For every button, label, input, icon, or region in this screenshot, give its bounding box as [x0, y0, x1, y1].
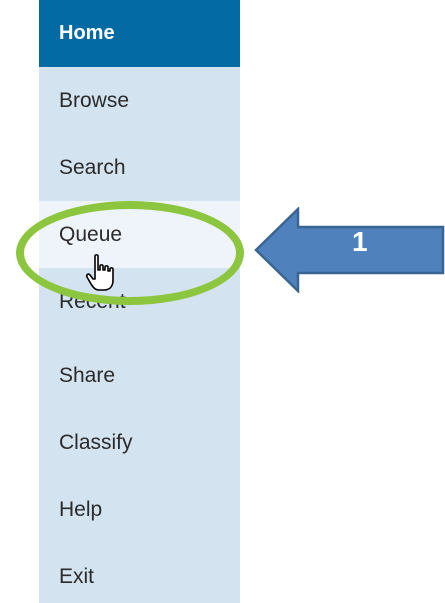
nav-item-exit[interactable]: Exit — [39, 543, 240, 603]
nav-item-home[interactable]: Home — [39, 0, 240, 67]
nav-item-label: Home — [59, 22, 115, 44]
nav-item-search[interactable]: Search — [39, 134, 240, 201]
nav-item-label: Classify — [59, 430, 133, 454]
nav-item-label: Queue — [59, 222, 123, 246]
nav-item-queue[interactable]: Queue — [39, 201, 240, 268]
nav-item-label: Exit — [59, 564, 95, 588]
nav-item-help[interactable]: Help — [39, 476, 240, 543]
nav-item-label: Search — [59, 155, 126, 179]
nav-item-classify[interactable]: Classify — [39, 409, 240, 476]
step-number-label: 1 — [352, 226, 368, 257]
nav-item-share[interactable]: Share — [39, 342, 240, 409]
nav-item-label: Help — [59, 497, 103, 521]
nav-item-browse[interactable]: Browse — [39, 67, 240, 134]
nav-item-label: Browse — [59, 88, 130, 112]
step-arrow-icon — [254, 207, 445, 293]
nav-item-recent[interactable]: Recent — [39, 268, 240, 335]
sidebar-nav: Home Browse Search Queue Recent Share Cl… — [39, 0, 240, 603]
nav-item-label: Recent — [59, 289, 126, 313]
nav-item-label: Share — [59, 363, 116, 387]
